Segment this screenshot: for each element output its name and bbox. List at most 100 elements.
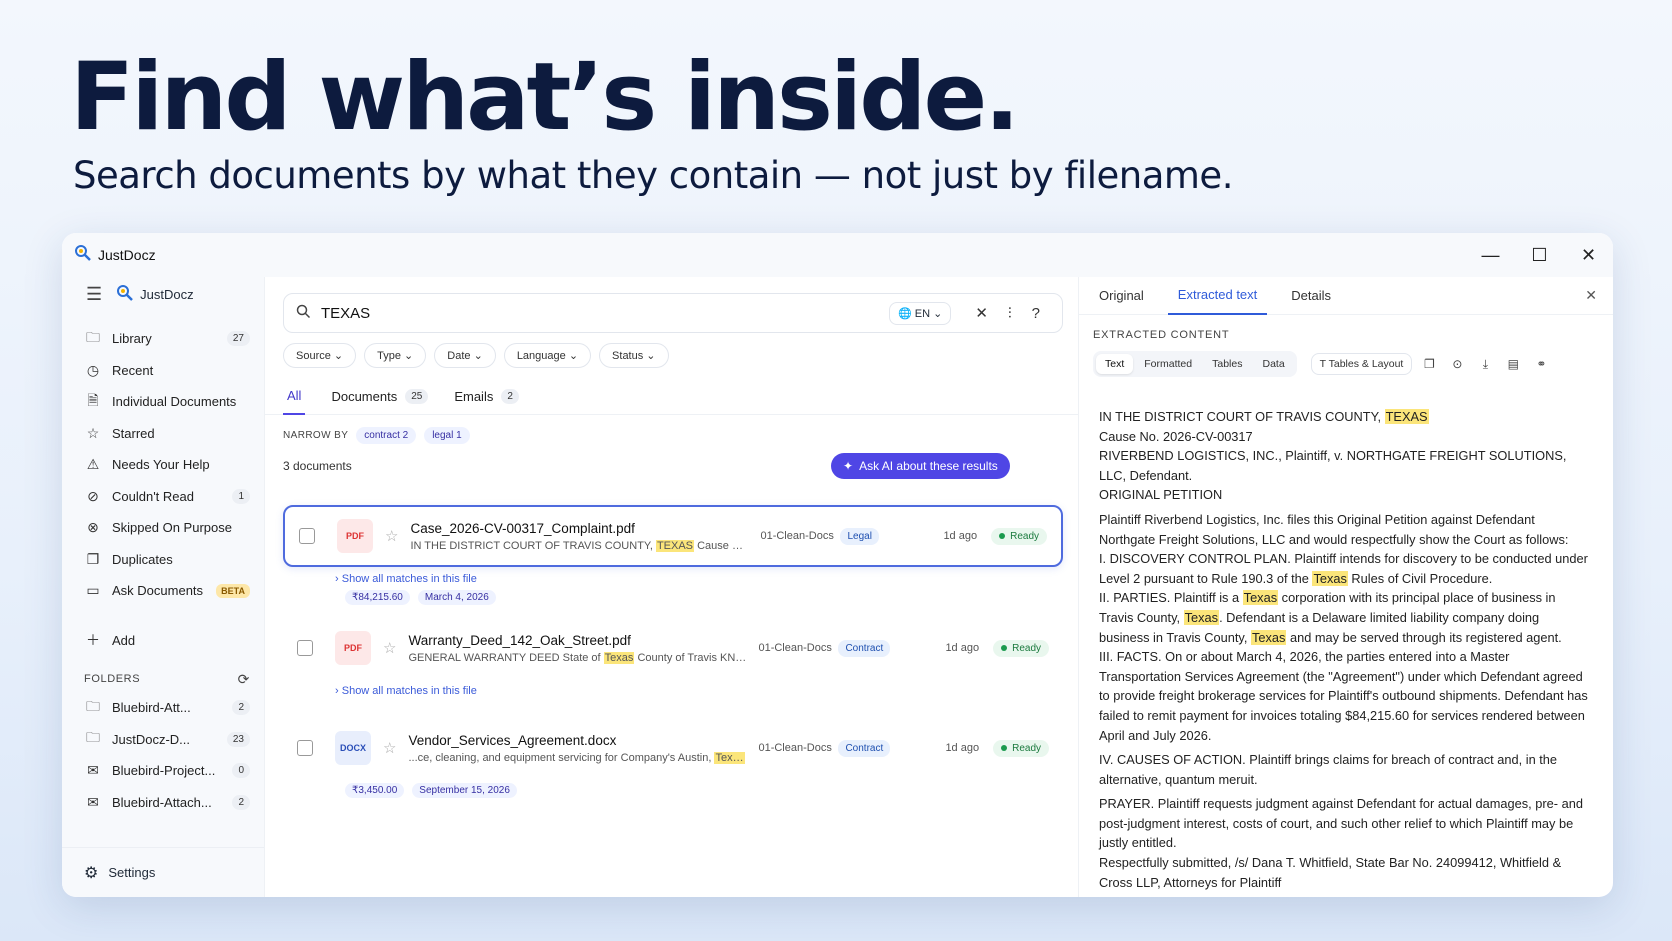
- meta-chip[interactable]: March 4, 2026: [417, 590, 496, 605]
- ask-ai-button[interactable]: ✦ Ask AI about these results: [831, 453, 1010, 479]
- category-tag[interactable]: Contract: [838, 739, 891, 757]
- file-info: Case_2026-CV-00317_Complaint.pdf IN THE D…: [410, 521, 750, 552]
- filter-source[interactable]: Source ⌄: [283, 343, 357, 368]
- meta-chip[interactable]: ₹3,450.00: [345, 783, 405, 798]
- folder-item[interactable]: ✉ Bluebird-Attach... 2: [62, 787, 264, 819]
- sparkle-icon: ✦: [843, 459, 854, 473]
- minimize-button[interactable]: —: [1466, 233, 1515, 277]
- sidebar-item-ask-documents[interactable]: ▭ Ask Documents BETA: [62, 575, 264, 607]
- narrow-chip-contract[interactable]: contract 2: [356, 427, 417, 444]
- text-run: IN THE DISTRICT COURT OF TRAVIS COUNTY,: [1099, 409, 1385, 424]
- language-selector[interactable]: 🌐 EN ⌄: [888, 301, 952, 325]
- filter-bar: Source ⌄ Type ⌄ Date ⌄ Language ⌄ Status ⌄: [283, 343, 669, 368]
- select-checkbox[interactable]: [299, 528, 315, 544]
- download-icon[interactable]: ⤓: [1474, 357, 1496, 372]
- snippet-highlight: Texas: [714, 751, 746, 764]
- link-icon[interactable]: ⚭: [1530, 357, 1552, 371]
- filter-language[interactable]: Language ⌄: [503, 343, 592, 368]
- filter-label: Status: [612, 350, 644, 362]
- clear-search-icon[interactable]: ✕: [975, 304, 988, 322]
- sidebar-item-library[interactable]: 🗀 Library 27: [62, 323, 264, 355]
- filter-status[interactable]: Status ⌄: [599, 343, 669, 368]
- close-panel-icon[interactable]: ✕: [1585, 287, 1597, 304]
- panel-tab-details[interactable]: Details: [1291, 277, 1331, 315]
- close-window-button[interactable]: ✕: [1564, 233, 1613, 277]
- result-tabs: All Documents 25 Emails 2: [265, 377, 1078, 415]
- result-row[interactable]: PDF ☆ Warranty_Deed_142_Oak_Street.pdf GENE…: [283, 617, 1063, 679]
- select-checkbox[interactable]: [297, 740, 313, 756]
- filter-date[interactable]: Date ⌄: [434, 343, 496, 368]
- narrow-chip-legal[interactable]: legal 1: [424, 427, 470, 444]
- tables-layout-button[interactable]: T Tables & Layout: [1310, 353, 1413, 375]
- star-icon[interactable]: ☆: [383, 639, 396, 657]
- mode-data[interactable]: Data: [1253, 354, 1293, 374]
- panel-tab-extracted-text[interactable]: Extracted text: [1167, 277, 1268, 315]
- tab-count: 25: [405, 388, 429, 404]
- file-name[interactable]: Case_2026-CV-00317_Complaint.pdf: [410, 521, 750, 536]
- file-icon[interactable]: ▤: [1502, 357, 1524, 371]
- text-paragraph: Plaintiff Riverbend Logistics, Inc. file…: [1099, 510, 1589, 745]
- result-row[interactable]: DOCX ☆ Vendor_Services_Agreement.docx ...ce…: [283, 717, 1063, 779]
- show-matches-link[interactable]: › Show all matches in this file: [335, 573, 477, 585]
- filter-settings-icon[interactable]: ⫶: [1008, 305, 1012, 322]
- tab-documents[interactable]: Documents 25: [331, 377, 429, 415]
- copy-icon[interactable]: ❐: [1418, 357, 1440, 371]
- text-paragraph: PRAYER. Plaintiff requests judgment agai…: [1099, 794, 1589, 892]
- category-tag[interactable]: Contract: [838, 639, 891, 657]
- library-icon: 🗀: [86, 328, 100, 345]
- tab-all[interactable]: All: [283, 377, 306, 415]
- meta-chip[interactable]: September 15, 2026: [412, 783, 517, 798]
- select-checkbox[interactable]: [297, 640, 313, 656]
- clock-icon: ◷: [86, 361, 100, 378]
- warning-icon: ⚠: [86, 456, 100, 473]
- sidebar-item-label: Starred: [112, 425, 155, 441]
- star-icon[interactable]: ☆: [385, 527, 398, 545]
- tab-label: Emails: [454, 388, 494, 404]
- maximize-button[interactable]: ☐: [1515, 233, 1564, 277]
- star-icon[interactable]: ☆: [383, 739, 396, 757]
- status-label: Ready: [1012, 642, 1041, 654]
- search-bar[interactable]: TEXAS 🌐 EN ⌄ ✕ ⫶ ?: [283, 293, 1063, 333]
- sidebar-item-needs-your-help[interactable]: ⚠ Needs Your Help: [62, 449, 264, 481]
- mode-tables[interactable]: Tables: [1203, 354, 1251, 374]
- sidebar-item-starred[interactable]: ☆ Starred: [62, 418, 264, 450]
- refresh-icon[interactable]: ⟳: [238, 671, 250, 688]
- skip-icon: ⊗: [87, 519, 99, 536]
- folder-item[interactable]: 🗀 JustDocz-D... 23: [62, 724, 264, 756]
- filter-type[interactable]: Type ⌄: [364, 343, 427, 368]
- category-tag[interactable]: Legal: [840, 527, 879, 545]
- tab-emails[interactable]: Emails 2: [454, 377, 519, 415]
- show-matches-label: Show all matches in this file: [341, 685, 477, 697]
- mode-text[interactable]: Text: [1096, 354, 1134, 374]
- sidebar-item-individual-documents[interactable]: 🗎 Individual Documents: [62, 386, 264, 418]
- search-input[interactable]: TEXAS: [321, 305, 889, 322]
- extracted-meta: ₹3,450.00 September 15, 2026: [345, 783, 517, 798]
- panel-tab-original[interactable]: Original: [1099, 277, 1144, 315]
- status-dot: [999, 533, 1006, 539]
- sidebar-item-duplicates[interactable]: ❐ Duplicates: [62, 544, 264, 576]
- sidebar-item-skipped-on-purpose[interactable]: ⊗ Skipped On Purpose: [62, 512, 264, 544]
- folder-item[interactable]: 🗀 Bluebird-Att... 2: [62, 692, 264, 724]
- text-run: ORIGINAL PETITION: [1099, 487, 1223, 503]
- file-name[interactable]: Warranty_Deed_142_Oak_Street.pdf: [408, 633, 748, 648]
- help-icon[interactable]: ?: [1032, 305, 1040, 322]
- tab-label: Documents: [331, 388, 398, 404]
- folder-icon: 🗀: [86, 697, 100, 714]
- mode-formatted[interactable]: Formatted: [1135, 354, 1201, 374]
- extracted-meta: ₹84,215.60 March 4, 2026: [345, 590, 496, 605]
- folder-label: JustDocz-D...: [112, 731, 191, 747]
- show-matches-link[interactable]: › Show all matches in this file: [335, 685, 477, 697]
- scan-icon[interactable]: ⊙: [1446, 357, 1468, 371]
- menu-icon[interactable]: ☰: [86, 284, 102, 305]
- chip-label: legal: [432, 430, 454, 441]
- add-button[interactable]: ＋ Add: [62, 625, 264, 657]
- preview-panel: Original Extracted text Details ✕ EXTRACTED…: [1078, 277, 1613, 897]
- extracted-text: IN THE DISTRICT COURT OF TRAVIS COUNTY, …: [1099, 407, 1589, 892]
- sidebar-item-couldn-t-read[interactable]: ⊘ Couldn't Read 1: [62, 481, 264, 513]
- sidebar-item-recent[interactable]: ◷ Recent: [62, 355, 264, 387]
- result-row[interactable]: PDF ☆ Case_2026-CV-00317_Complaint.pdf IN T…: [283, 505, 1063, 567]
- settings-button[interactable]: ⚙ Settings: [62, 847, 264, 897]
- meta-chip[interactable]: ₹84,215.60: [345, 590, 410, 605]
- folder-item[interactable]: ✉ Bluebird-Project... 0: [62, 755, 264, 787]
- file-name[interactable]: Vendor_Services_Agreement.docx: [408, 733, 748, 748]
